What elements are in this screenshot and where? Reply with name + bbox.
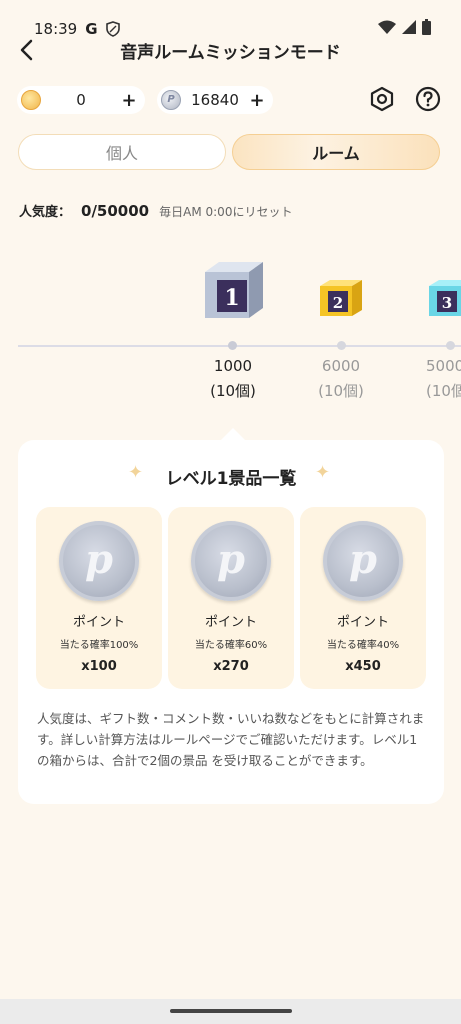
currency-row: 0 + P 16840 + [17,86,273,114]
gold-coin-icon [21,90,41,110]
reward-probability: 当たる確率60% [194,640,268,651]
point-medal-icon: p [191,521,271,601]
popularity-label: 人気度： [19,205,72,220]
level-amount: 5000 [426,357,461,375]
level-3-box-icon: 3 [429,280,461,316]
reward-card: p ポイント 当たる確率100% x100 [36,507,162,689]
add-point-button[interactable]: + [249,90,265,111]
reward-card: p ポイント 当たる確率60% x270 [168,507,294,689]
reward-quantity: x100 [81,659,117,674]
reward-quantity: x270 [213,659,249,674]
settings-hexagon-icon[interactable] [369,86,395,112]
reward-description: 人気度は、ギフト数・コメント数・いいね数などをもとに計算されます。詳しい計算方法… [37,711,425,768]
level-count: (10個) [318,382,364,400]
point-value: 16840 [191,91,239,109]
popularity-row: 人気度： 0/50000 毎日AM 0:00にリセット [19,201,292,220]
help-icon[interactable] [415,86,441,112]
panel-pointer [221,428,245,440]
reward-name: ポイント [336,615,389,630]
level-count: (10個 [426,382,461,400]
point-balance: P 16840 + [157,86,273,114]
sparkle-icon: ✦ [315,462,331,483]
tab-personal[interactable]: 個人 [18,134,226,170]
level-number: 3 [442,294,452,312]
point-coin-icon: P [161,90,181,110]
reward-panel: ✦ レベル1景品一覧 ✦ p ポイント 当たる確率100% x100 p ポイン… [18,440,444,804]
system-nav-bar [0,999,461,1024]
gold-coin-value: 0 [76,91,86,109]
level-track: 1 1000 (10個) 2 6000 (10個) 3 5000 (10個 [0,252,461,412]
home-handle[interactable] [170,1009,292,1013]
reward-panel-title: レベル1景品一覧 [165,469,297,489]
level-amount: 6000 [321,357,361,375]
level-dot [337,341,346,350]
reward-name: ポイント [204,615,257,630]
add-gold-button[interactable]: + [121,90,137,111]
reward-probability: 当たる確率40% [326,640,400,651]
level-2-box-icon: 2 [320,280,362,316]
progress-line [18,345,461,347]
tab-room[interactable]: ルーム [232,134,440,170]
point-medal-icon: p [323,521,403,601]
point-medal-icon: p [59,521,139,601]
app-header: 音声ルームミッションモード [0,30,461,70]
level-1-box-icon: 1 [205,262,263,318]
reward-probability: 当たる確率100% [59,640,139,651]
page-title: 音声ルームミッションモード [120,43,341,63]
reward-card: p ポイント 当たる確率40% x450 [300,507,426,689]
level-amount: 1000 [213,357,253,375]
level-dot [228,341,237,350]
top-actions [369,86,441,112]
level-number: 1 [224,285,239,311]
reward-cards: p ポイント 当たる確率100% x100 p ポイント 当たる確率60% x2… [36,507,426,689]
reward-quantity: x450 [345,659,381,674]
mode-tabs: 個人 ルーム [18,134,440,170]
gold-coin-balance: 0 + [17,86,145,114]
level-dot [446,341,455,350]
reward-name: ポイント [72,615,125,630]
popularity-value: 0/50000 [81,202,150,220]
level-number: 2 [333,294,343,312]
level-count: (10個) [210,382,256,400]
reset-note: 毎日AM 0:00にリセット [159,205,293,219]
